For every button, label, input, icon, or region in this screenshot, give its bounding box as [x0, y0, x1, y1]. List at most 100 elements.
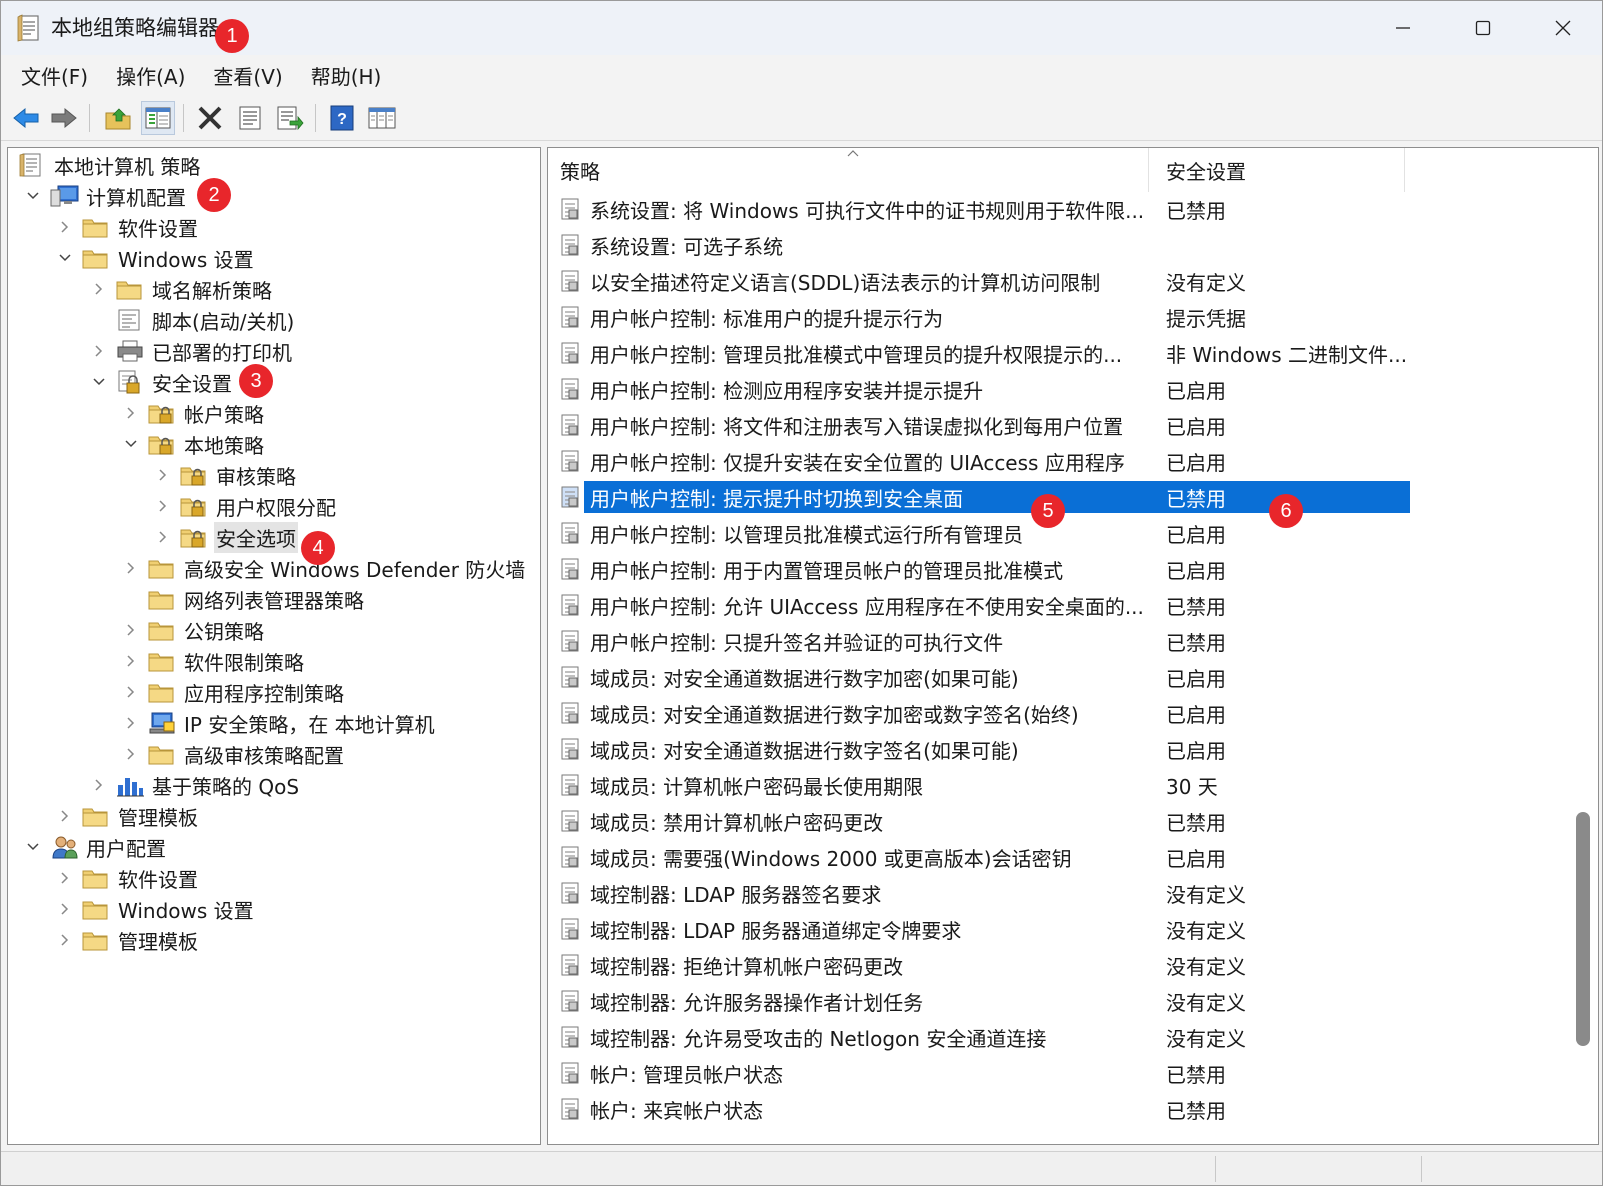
- menu-file[interactable]: 文件(F): [9, 57, 100, 94]
- chevron-right-icon[interactable]: [60, 809, 70, 823]
- tree-item[interactable]: 管理模板: [56, 801, 200, 831]
- tree-item[interactable]: 已部署的打印机: [90, 336, 294, 366]
- maximize-button[interactable]: [1443, 1, 1523, 55]
- policy-row[interactable]: 系统设置: 可选子系统: [548, 226, 1428, 262]
- tree-expander[interactable]: [56, 218, 74, 236]
- tree-item[interactable]: 帐户策略: [122, 398, 266, 428]
- policy-row[interactable]: 域成员: 需要强(Windows 2000 或更高版本)会话密钥 已启用: [548, 838, 1428, 874]
- chevron-right-icon[interactable]: [158, 499, 168, 513]
- chevron-down-icon[interactable]: [26, 842, 40, 852]
- tree-item[interactable]: 管理模板: [56, 925, 200, 955]
- tree-expander[interactable]: [90, 776, 108, 794]
- console-tree[interactable]: 本地计算机 策略 计算机配置 软件设置 Windows 设置 域名解析策略 脚本(启动/关…: [7, 147, 541, 1145]
- properties-button[interactable]: [233, 101, 267, 135]
- policy-row[interactable]: 用户帐户控制: 管理员批准模式中管理员的提升权限提示的... 非 Windows …: [548, 334, 1428, 370]
- tree-expander[interactable]: [56, 869, 74, 887]
- chevron-right-icon[interactable]: [60, 933, 70, 947]
- tree-expander[interactable]: [122, 652, 140, 670]
- tree-expander[interactable]: [56, 249, 74, 267]
- tree-item[interactable]: 用户配置: [24, 832, 168, 862]
- menu-action[interactable]: 操作(A): [104, 57, 197, 94]
- tree-expander[interactable]: [56, 807, 74, 825]
- chevron-right-icon[interactable]: [126, 561, 136, 575]
- tree-item[interactable]: IP 安全策略，在 本地计算机: [122, 708, 437, 738]
- chevron-right-icon[interactable]: [126, 623, 136, 637]
- tree-expander[interactable]: [90, 373, 108, 391]
- policy-row[interactable]: 用户帐户控制: 检测应用程序安装并提示提升 已启用: [548, 370, 1428, 406]
- policy-row[interactable]: 域控制器: LDAP 服务器通道绑定令牌要求 没有定义: [548, 910, 1428, 946]
- tree-item[interactable]: 软件设置: [56, 212, 200, 242]
- back-button[interactable]: [9, 101, 43, 135]
- tree-expander[interactable]: [90, 342, 108, 360]
- tree-item[interactable]: 脚本(启动/关机): [90, 305, 296, 335]
- tree-expander[interactable]: [122, 745, 140, 763]
- show-hide-tree-button[interactable]: [141, 101, 175, 135]
- policy-list[interactable]: 策略 安全设置 系统设置: 将 Windows 可执行文件中的证书规则用于软件限…: [547, 147, 1599, 1145]
- column-header-policy[interactable]: 策略: [560, 156, 600, 185]
- menu-view[interactable]: 查看(V): [201, 57, 294, 94]
- column-header-security-setting[interactable]: 安全设置: [1166, 156, 1246, 185]
- chevron-right-icon[interactable]: [94, 344, 104, 358]
- export-list-button[interactable]: [273, 101, 307, 135]
- policy-row[interactable]: 域成员: 对安全通道数据进行数字加密(如果可能) 已启用: [548, 658, 1428, 694]
- policy-row[interactable]: 帐户: 来宾帐户状态 已禁用: [548, 1090, 1428, 1126]
- tree-item[interactable]: 安全选项: [154, 521, 298, 553]
- policy-row[interactable]: 域成员: 禁用计算机帐户密码更改 已禁用: [548, 802, 1428, 838]
- tree-expander[interactable]: [122, 559, 140, 577]
- tree-item[interactable]: 软件设置: [56, 863, 200, 893]
- chevron-right-icon[interactable]: [158, 530, 168, 544]
- help-button[interactable]: ?: [325, 101, 359, 135]
- policy-row[interactable]: 用户帐户控制: 标准用户的提升提示行为 提示凭据: [548, 298, 1428, 334]
- tree-item[interactable]: 高级审核策略配置: [122, 739, 346, 769]
- tree-item[interactable]: 审核策略: [154, 460, 298, 490]
- tree-expander[interactable]: [122, 683, 140, 701]
- tree-item[interactable]: 域名解析策略: [90, 274, 274, 304]
- chevron-right-icon[interactable]: [60, 902, 70, 916]
- up-one-level-button[interactable]: [101, 101, 135, 135]
- chevron-right-icon[interactable]: [126, 685, 136, 699]
- tree-expander[interactable]: [154, 528, 172, 546]
- policy-row[interactable]: 系统设置: 将 Windows 可执行文件中的证书规则用于软件限... 已禁用: [548, 190, 1428, 226]
- chevron-right-icon[interactable]: [94, 778, 104, 792]
- policy-row[interactable]: 域控制器: LDAP 服务器签名要求 没有定义: [548, 874, 1428, 910]
- tree-item[interactable]: 用户权限分配: [154, 491, 338, 521]
- tree-expander[interactable]: [24, 187, 42, 205]
- tree-expander[interactable]: [90, 280, 108, 298]
- chevron-down-icon[interactable]: [26, 191, 40, 201]
- tree-item[interactable]: 基于策略的 QoS: [90, 770, 301, 800]
- policy-row[interactable]: 用户帐户控制: 将文件和注册表写入错误虚拟化到每用户位置 已启用: [548, 406, 1428, 442]
- column-divider[interactable]: [1404, 148, 1405, 192]
- tree-item[interactable]: 安全设置: [90, 367, 234, 397]
- chevron-right-icon[interactable]: [60, 871, 70, 885]
- column-divider[interactable]: [1148, 148, 1149, 192]
- chevron-down-icon[interactable]: [92, 377, 106, 387]
- close-button[interactable]: [1523, 1, 1603, 55]
- vertical-scrollbar[interactable]: [1548, 148, 1598, 1144]
- tree-expander[interactable]: [56, 900, 74, 918]
- policy-row[interactable]: 用户帐户控制: 用于内置管理员帐户的管理员批准模式 已启用: [548, 550, 1428, 586]
- tree-expander[interactable]: [154, 497, 172, 515]
- policy-row[interactable]: 用户帐户控制: 仅提升安装在安全位置的 UIAccess 应用程序 已启用: [548, 442, 1428, 478]
- tree-expander[interactable]: [56, 931, 74, 949]
- tree-item[interactable]: 网络列表管理器策略: [122, 584, 366, 614]
- chevron-right-icon[interactable]: [94, 282, 104, 296]
- tree-item[interactable]: 公钥策略: [122, 615, 266, 645]
- chevron-right-icon[interactable]: [126, 406, 136, 420]
- delete-button[interactable]: [193, 101, 227, 135]
- scrollbar-thumb[interactable]: [1576, 812, 1590, 1046]
- minimize-button[interactable]: [1363, 1, 1443, 55]
- policy-row[interactable]: 以安全描述符定义语言(SDDL)语法表示的计算机访问限制 没有定义: [548, 262, 1428, 298]
- policy-row[interactable]: 帐户: 管理员帐户状态 已禁用: [548, 1054, 1428, 1090]
- tree-expander[interactable]: [122, 621, 140, 639]
- tree-item[interactable]: 本地计算机 策略: [18, 150, 202, 180]
- tree-item[interactable]: 应用程序控制策略: [122, 677, 346, 707]
- policy-row[interactable]: 域成员: 对安全通道数据进行数字加密或数字签名(始终) 已启用: [548, 694, 1428, 730]
- tree-item[interactable]: 软件限制策略: [122, 646, 306, 676]
- policy-row[interactable]: 域控制器: 拒绝计算机帐户密码更改 没有定义: [548, 946, 1428, 982]
- tree-expander[interactable]: [122, 435, 140, 453]
- policy-row[interactable]: 域控制器: 允许易受攻击的 Netlogon 安全通道连接 没有定义: [548, 1018, 1428, 1054]
- forward-button[interactable]: [47, 101, 81, 135]
- chevron-right-icon[interactable]: [60, 220, 70, 234]
- policy-row[interactable]: 域成员: 计算机帐户密码最长使用期限 30 天: [548, 766, 1428, 802]
- chevron-down-icon[interactable]: [124, 439, 138, 449]
